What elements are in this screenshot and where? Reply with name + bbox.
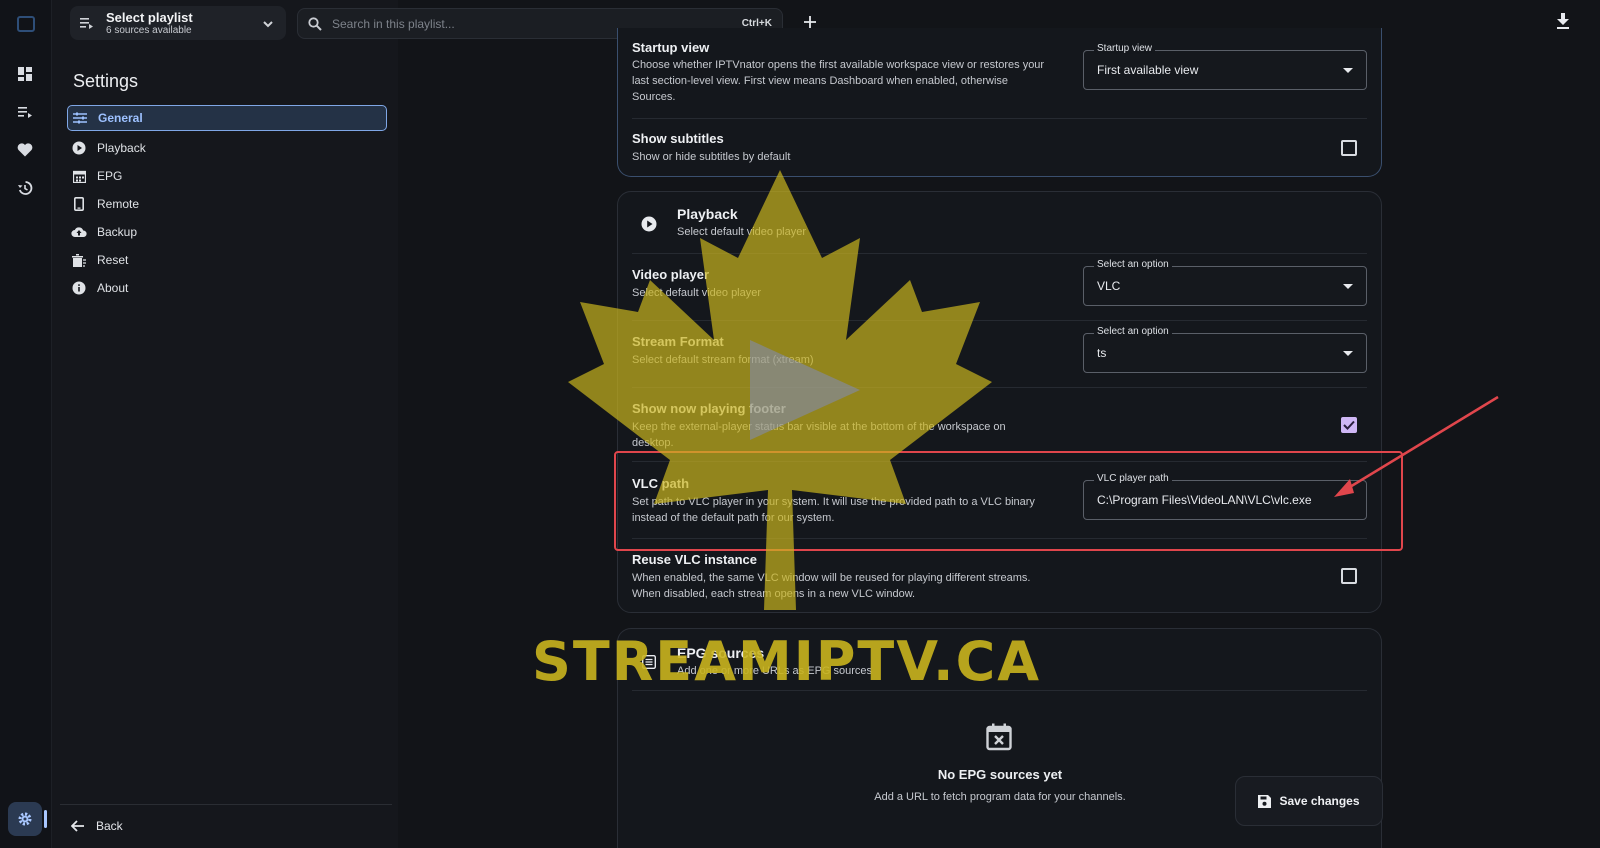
- reuse-vlc-desc-line1: When enabled, the same VLC window will b…: [632, 572, 1031, 584]
- chevron-down-icon: [262, 17, 274, 35]
- save-changes-button[interactable]: Save changes: [1235, 776, 1383, 826]
- playback-section-subtitle: Select default video player: [677, 226, 807, 238]
- cloud-upload-icon: [71, 224, 87, 240]
- calendar-remove-icon: [986, 723, 1012, 751]
- show-subtitles-desc: Show or hide subtitles by default: [632, 151, 791, 163]
- field-value: First available view: [1097, 63, 1199, 77]
- show-subtitles-title: Show subtitles: [632, 131, 724, 146]
- field-label: Startup view: [1094, 43, 1156, 54]
- startup-view-desc-line2: last section-level view. First view mean…: [632, 75, 1009, 87]
- info-icon: [71, 280, 87, 296]
- now-playing-footer-desc-line2: desktop.: [632, 437, 674, 449]
- play-circle-icon: [71, 140, 87, 156]
- nav-item-remote[interactable]: Remote: [67, 190, 387, 218]
- phone-icon: [71, 196, 87, 212]
- sidebar-divider: [60, 804, 392, 805]
- calendar-icon: [71, 168, 87, 184]
- favorites-heart-icon[interactable]: [15, 140, 35, 160]
- now-playing-footer-desc-line1: Keep the external-player status bar visi…: [632, 421, 1006, 433]
- playlist-icon[interactable]: [15, 102, 35, 122]
- app-rail: [0, 0, 52, 848]
- arrow-left-icon: [71, 820, 84, 832]
- active-indicator: [44, 810, 47, 828]
- field-value: VLC: [1097, 279, 1121, 293]
- video-player-desc: Select default video player: [632, 287, 762, 299]
- nav-label: Backup: [97, 225, 138, 239]
- save-icon: [1258, 794, 1272, 808]
- row-divider: [632, 118, 1367, 119]
- plus-icon: [804, 16, 816, 28]
- field-label: Select an option: [1094, 259, 1172, 270]
- row-divider: [632, 387, 1367, 388]
- playlist-menu-icon: [80, 16, 94, 30]
- row-divider: [632, 320, 1367, 321]
- now-playing-footer-title: Show now playing footer: [632, 401, 786, 416]
- video-player-title: Video player: [632, 267, 710, 282]
- epg-section-title: EPG sources: [677, 645, 765, 661]
- playlist-selector[interactable]: Select playlist 6 sources available: [70, 6, 286, 40]
- stream-format-select[interactable]: Select an option ts: [1083, 326, 1367, 373]
- nav-label: About: [97, 281, 129, 295]
- epg-section-subtitle: Add one or more URLs as EPG sources: [677, 665, 873, 677]
- settings-gear-button[interactable]: [8, 802, 42, 836]
- nav-item-about[interactable]: About: [67, 274, 387, 302]
- history-icon[interactable]: [15, 178, 35, 198]
- startup-view-title: Startup view: [632, 40, 710, 55]
- tune-icon: [72, 110, 88, 126]
- epg-empty-subtitle: Add a URL to fetch program data for your…: [874, 791, 1126, 803]
- stream-format-title: Stream Format: [632, 334, 724, 349]
- nav-label: Playback: [97, 141, 146, 155]
- field-label: Select an option: [1094, 326, 1172, 337]
- back-button[interactable]: Back: [71, 819, 123, 833]
- list-icon: [640, 653, 658, 671]
- nav-label: Remote: [97, 197, 140, 211]
- dropdown-caret-icon: [1343, 68, 1353, 73]
- download-button[interactable]: [1554, 13, 1572, 33]
- nav-label: Reset: [97, 253, 129, 267]
- row-divider: [632, 253, 1367, 254]
- reset-icon: [71, 252, 87, 268]
- row-divider: [632, 690, 1367, 691]
- playlist-text: Select playlist 6 sources available: [106, 10, 193, 37]
- startup-view-desc-line3: Sources.: [632, 91, 676, 103]
- reuse-vlc-desc-line2: When disabled, each stream opens in a ne…: [632, 588, 916, 600]
- playlist-subtitle: 6 sources available: [106, 24, 192, 36]
- playlist-title: Select playlist: [106, 9, 193, 25]
- save-label: Save changes: [1279, 794, 1360, 808]
- play-circle-icon: [640, 215, 658, 233]
- search-icon: [308, 16, 322, 31]
- startup-view-desc-line1: Choose whether IPTVnator opens the first…: [632, 59, 1045, 71]
- dropdown-caret-icon: [1343, 284, 1353, 289]
- nav-item-epg[interactable]: EPG: [67, 162, 387, 190]
- annotation-highlight-box: [614, 451, 1403, 551]
- stream-format-desc: Select default stream format (xtream): [632, 354, 814, 366]
- settings-nav: General Playback EPG Remote Backup Reset…: [67, 105, 387, 302]
- nav-label: General: [98, 111, 143, 125]
- gear-icon: [18, 812, 32, 826]
- settings-title: Settings: [73, 71, 139, 91]
- reuse-vlc-checkbox[interactable]: [1341, 568, 1357, 584]
- nav-item-backup[interactable]: Backup: [67, 218, 387, 246]
- nav-item-reset[interactable]: Reset: [67, 246, 387, 274]
- reuse-vlc-title: Reuse VLC instance: [632, 552, 757, 567]
- dashboard-icon[interactable]: [15, 64, 35, 84]
- show-subtitles-checkbox[interactable]: [1341, 140, 1357, 156]
- back-label: Back: [96, 819, 123, 833]
- field-value: ts: [1097, 346, 1107, 360]
- epg-empty-title: No EPG sources yet: [937, 767, 1063, 782]
- nav-item-general[interactable]: General: [67, 105, 387, 131]
- video-player-select[interactable]: Select an option VLC: [1083, 259, 1367, 306]
- startup-view-select[interactable]: Startup view First available view: [1083, 43, 1367, 90]
- annotation-arrow-icon: [1334, 395, 1499, 497]
- app-logo-icon[interactable]: [17, 16, 35, 32]
- nav-label: EPG: [97, 169, 123, 183]
- dropdown-caret-icon: [1343, 351, 1353, 356]
- nav-item-playback[interactable]: Playback: [67, 134, 387, 162]
- download-icon: [1557, 13, 1569, 29]
- playback-section-title: Playback: [677, 206, 738, 222]
